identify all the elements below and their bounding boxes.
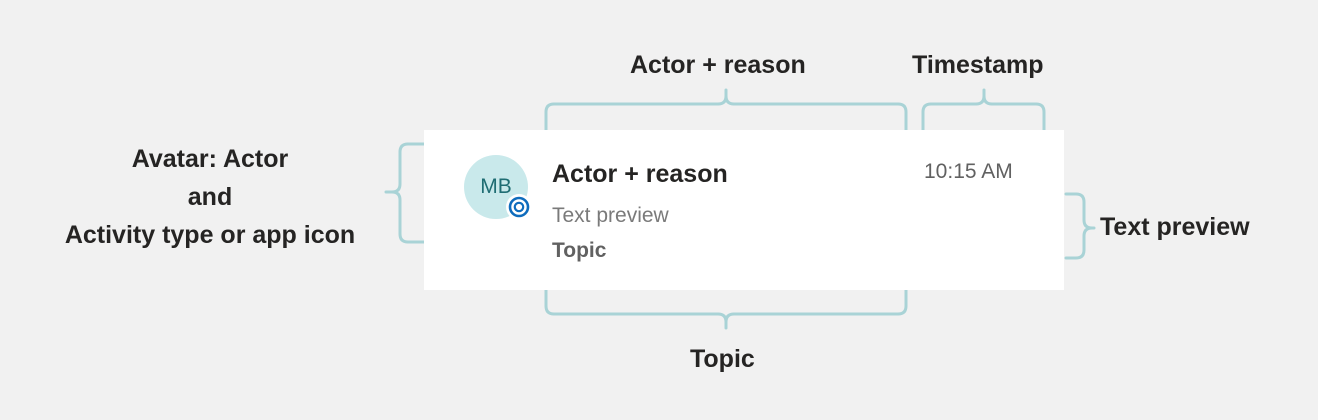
actor-reason-bracket [544, 88, 908, 132]
topic-text: Topic [552, 239, 607, 262]
timestamp-text: 10:15 AM [924, 160, 1013, 183]
avatar-bracket [384, 142, 426, 244]
activity-notification-card[interactable]: MB Actor + reason Text preview Topic 10:… [424, 130, 1064, 290]
topic-bracket [544, 288, 908, 330]
actor-reason-text: Actor + reason [552, 160, 728, 188]
avatar-annotation-line-3: Activity type or app icon [64, 221, 356, 249]
timestamp-annotation: Timestamp [912, 51, 1044, 79]
text-preview-bracket [1064, 192, 1096, 260]
avatar-annotation-line-1: Avatar: Actor [131, 145, 289, 173]
text-preview: Text preview [552, 204, 669, 227]
text-preview-annotation: Text preview [1100, 213, 1250, 241]
avatar-annotation-line-2: and [187, 183, 233, 211]
avatar-annotation: Avatar: Actor and Activity type or app i… [40, 140, 380, 254]
topic-annotation: Topic [690, 345, 755, 373]
actor-reason-annotation: Actor + reason [630, 51, 806, 79]
timestamp-bracket [921, 88, 1046, 132]
activity-app-icon [506, 194, 532, 220]
